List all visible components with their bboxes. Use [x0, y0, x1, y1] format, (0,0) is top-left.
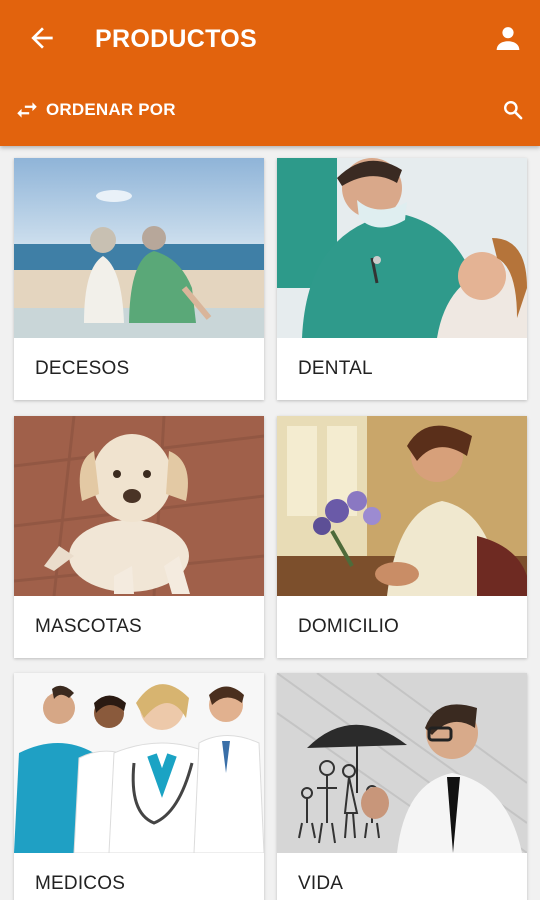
product-card-decesos[interactable]: DECESOS [14, 158, 264, 400]
product-image-domicilio [277, 416, 527, 596]
product-label: MEDICOS [35, 873, 126, 894]
product-label: VIDA [298, 873, 344, 894]
sort-button[interactable]: ORDENAR POR [14, 96, 176, 124]
product-label: DOMICILIO [298, 616, 400, 637]
product-card-medicos[interactable]: MEDICOS [14, 673, 264, 900]
product-label: MASCOTAS [35, 616, 142, 637]
product-card-mascotas[interactable]: MASCOTAS [14, 416, 264, 658]
swap-icon [17, 102, 37, 118]
product-label: DENTAL [298, 358, 373, 379]
page-title: PRODUCTOS [95, 25, 257, 53]
product-card-vida[interactable]: VIDA [277, 673, 527, 900]
product-grid: DECESOS DENTAL MASCOTAS DOMICILIO MEDICO… [0, 146, 540, 900]
product-card-dental[interactable]: DENTAL [277, 158, 527, 400]
product-image-medicos [14, 673, 264, 853]
product-image-vida [277, 673, 527, 853]
product-image-dental [277, 158, 527, 338]
product-image-decesos [14, 158, 264, 338]
search-icon [504, 101, 523, 120]
sort-label: ORDENAR POR [46, 100, 176, 119]
product-card-domicilio[interactable]: DOMICILIO [277, 416, 527, 658]
arrow-back-icon [31, 27, 53, 49]
search-button[interactable] [500, 97, 526, 123]
back-button[interactable] [26, 22, 58, 54]
account-icon [496, 27, 520, 50]
product-image-mascotas [14, 416, 264, 596]
app-bar: PRODUCTOS ORDENAR POR [0, 0, 540, 146]
product-label: DECESOS [35, 358, 130, 379]
account-button[interactable] [492, 22, 524, 54]
